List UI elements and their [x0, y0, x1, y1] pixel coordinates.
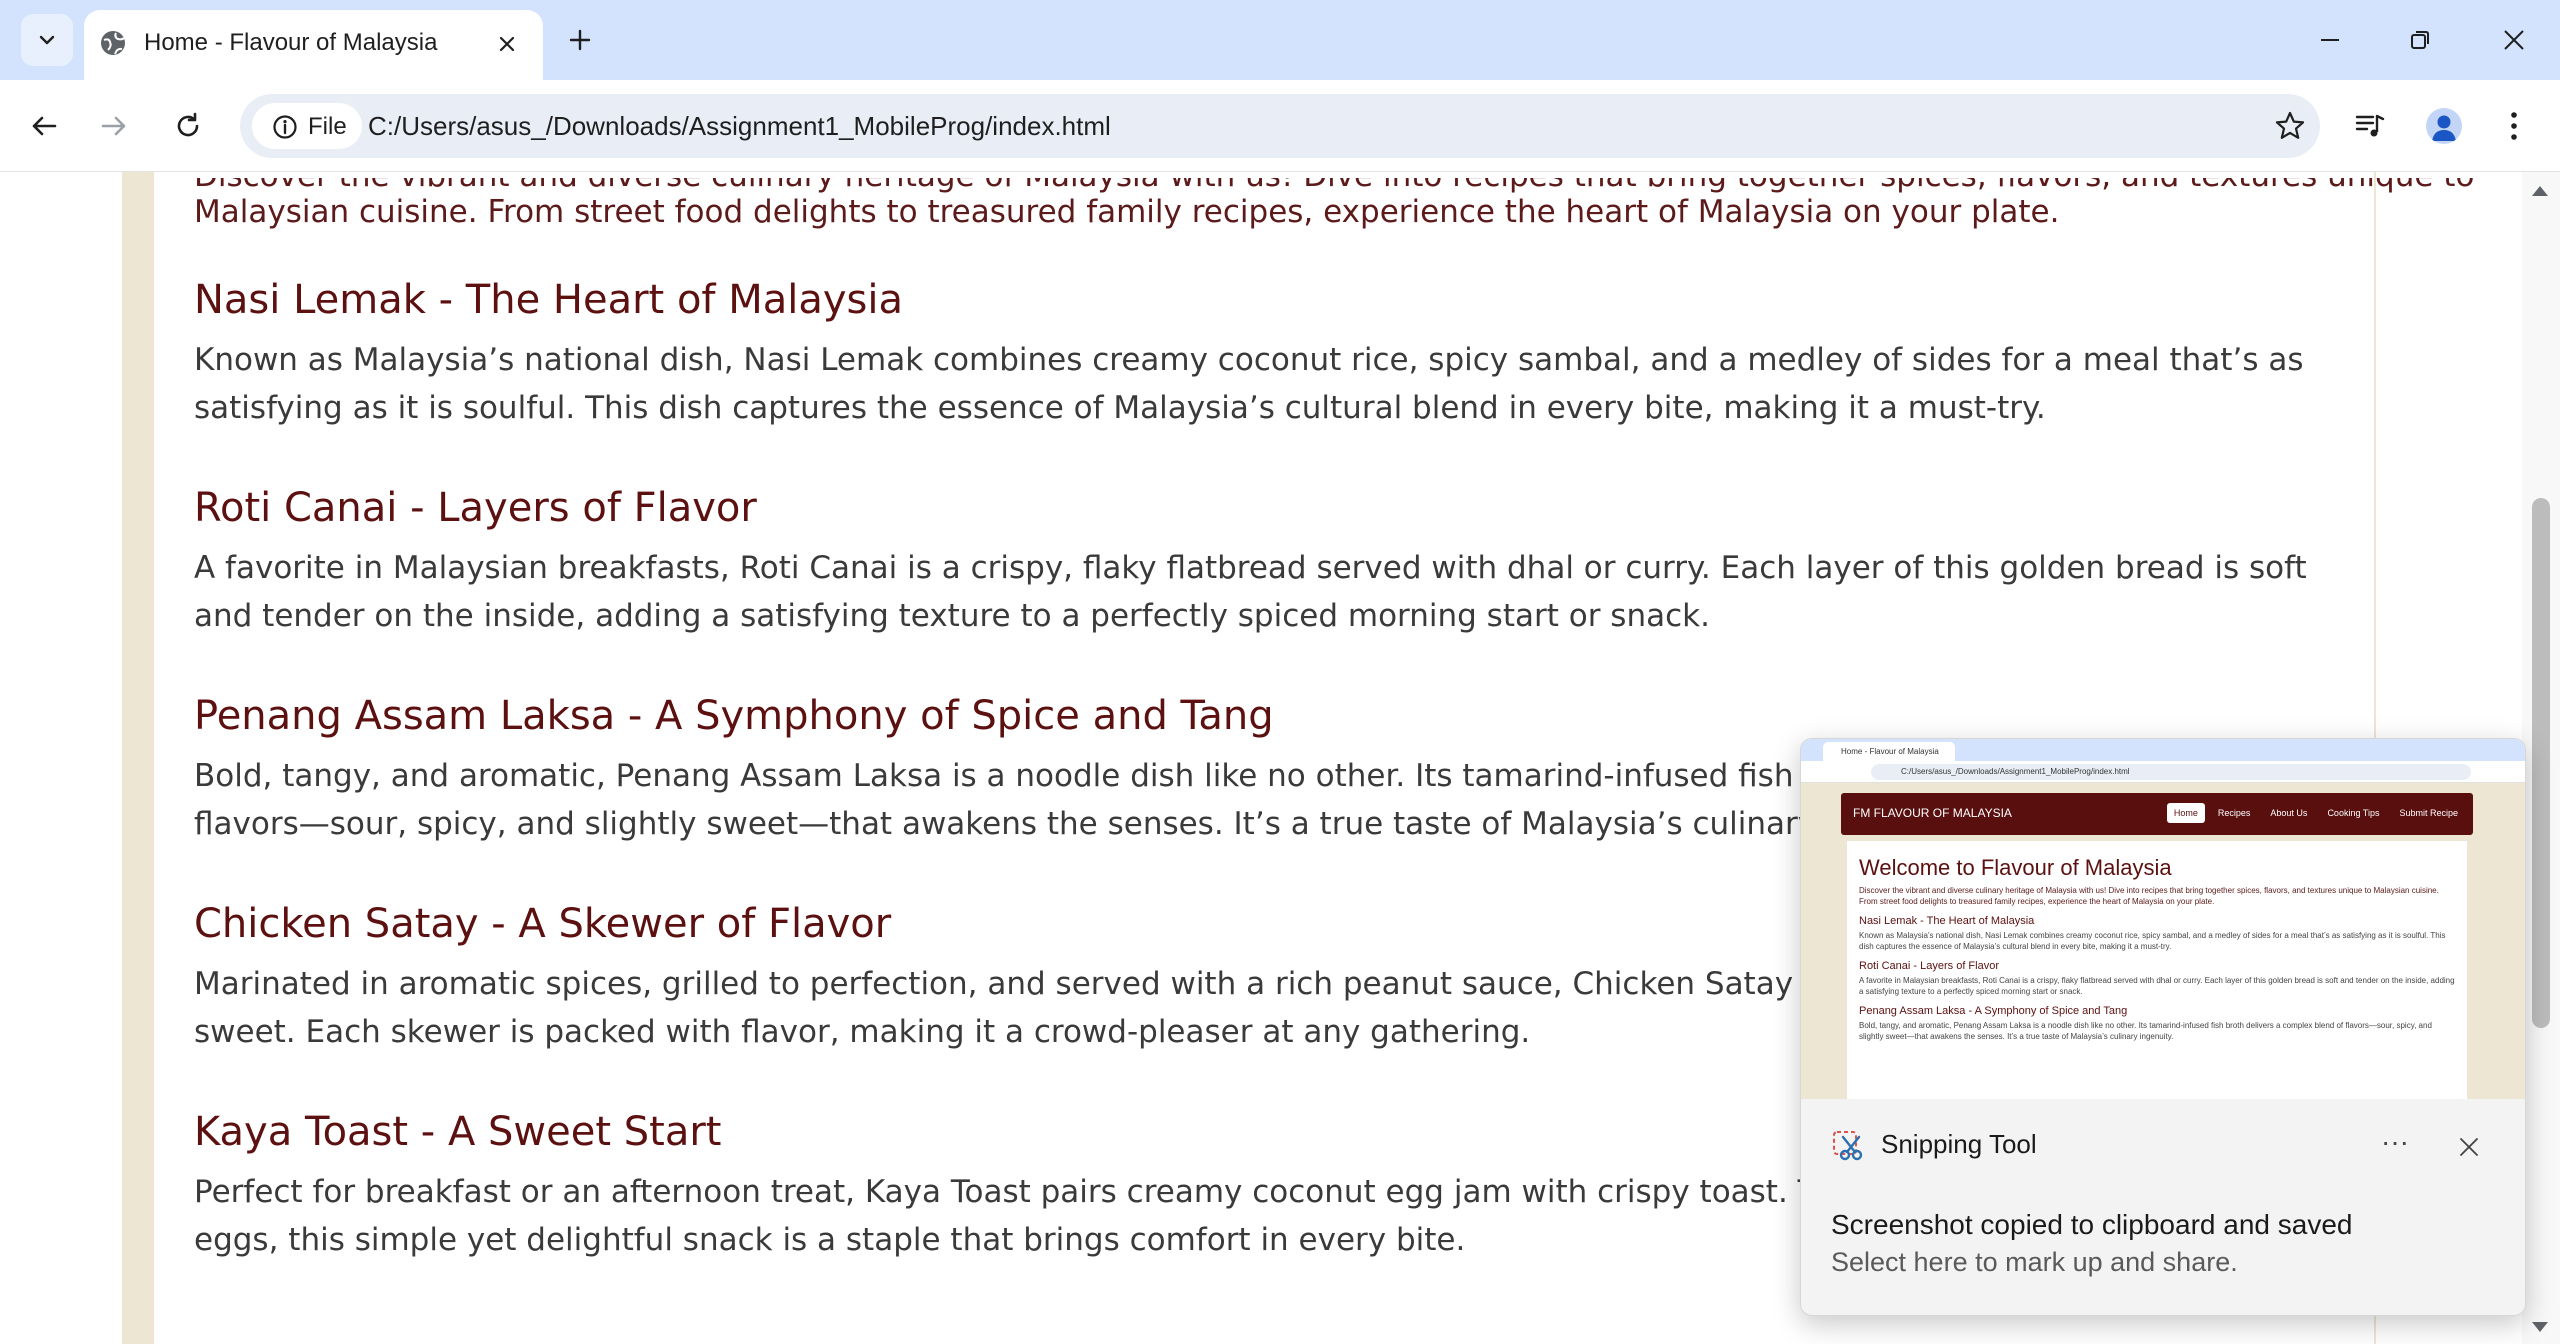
media-control-icon: [2355, 114, 2385, 137]
back-button[interactable]: [22, 104, 66, 148]
tab-strip: Home - Flavour of Malaysia: [0, 0, 2560, 80]
scissors-icon: [1833, 1131, 1863, 1161]
scroll-thumb[interactable]: [2532, 498, 2550, 1028]
close-window-button[interactable]: [2484, 12, 2544, 68]
notification-close-button[interactable]: [2447, 1125, 2491, 1169]
preview-nav-submit: Submit Recipe: [2399, 808, 2458, 818]
notification-more-button[interactable]: ···: [2373, 1125, 2417, 1165]
notification-body[interactable]: Snipping Tool ··· Screenshot copied to c…: [1801, 1099, 2525, 1315]
section-nasi-lemak: Nasi Lemak - The Heart of Malaysia Known…: [194, 274, 2374, 432]
reload-button[interactable]: [166, 104, 210, 148]
preview-url: C:/Users/asus_/Downloads/Assignment1_Mob…: [1871, 764, 2471, 780]
close-icon: [2460, 1138, 2478, 1156]
intro-line-cut: Discover the vibrant and diverse culinar…: [194, 172, 2475, 194]
site-chip-label: File: [308, 113, 347, 140]
minimize-icon: [2321, 39, 2339, 41]
active-tab[interactable]: Home - Flavour of Malaysia: [84, 10, 543, 80]
preview-nav-recipes: Recipes: [2217, 808, 2251, 818]
section-body: Known as Malaysia’s national dish, Nasi …: [194, 342, 2304, 426]
bookmark-button[interactable]: [2270, 106, 2310, 146]
browser-menu-button[interactable]: [2490, 102, 2538, 150]
preview-tab-title: Home - Flavour of Malaysia: [1823, 742, 1955, 761]
close-icon: [499, 36, 515, 52]
preview-content-card: Welcome to Flavour of Malaysia Discover …: [1847, 841, 2467, 1099]
forward-button[interactable]: [92, 104, 136, 148]
restore-icon: [2411, 31, 2429, 49]
browser-toolbar: File C:/Users/asus_/Downloads/Assignment…: [0, 80, 2560, 172]
preview-intro: Discover the vibrant and diverse culinar…: [1859, 886, 2439, 906]
preview-nav-about: About Us: [2270, 808, 2308, 818]
tab-title: Home - Flavour of Malaysia: [144, 29, 438, 56]
address-bar[interactable]: File C:/Users/asus_/Downloads/Assignment…: [240, 94, 2320, 158]
preview-section-title: Roti Canai - Layers of Flavor: [1859, 960, 1999, 972]
plus-icon: [569, 29, 591, 51]
preview-brand: FM FLAVOUR OF MALAYSIA: [1853, 806, 2012, 820]
snipping-tool-notification[interactable]: Home - Flavour of Malaysia C:/Users/asus…: [1800, 738, 2526, 1316]
preview-nav-tips: Cooking Tips: [2327, 808, 2380, 818]
arrow-right-icon: [101, 116, 126, 136]
scroll-up-arrow-icon[interactable]: [2532, 186, 2548, 196]
intro-paragraph: Discover the vibrant and diverse culinar…: [194, 178, 2474, 236]
page-scrollbar[interactable]: [2522, 172, 2560, 1344]
notification-title: Screenshot copied to clipboard and saved: [1831, 1209, 2353, 1240]
preview-nav-links: Home Recipes About Us Cooking Tips Submi…: [2166, 803, 2465, 823]
tab-close-button[interactable]: [489, 26, 525, 62]
notification-subtitle: Select here to mark up and share.: [1831, 1247, 2238, 1277]
preview-section-body: Known as Malaysia’s national dish, Nasi …: [1859, 931, 2446, 951]
section-title: Roti Canai - Layers of Flavor: [194, 485, 757, 531]
preview-navbar: FM FLAVOUR OF MALAYSIA Home Recipes Abou…: [1841, 793, 2473, 835]
section-roti-canai: Roti Canai - Layers of Flavor A favorite…: [194, 482, 2374, 640]
profile-button[interactable]: [2420, 102, 2468, 150]
url-text[interactable]: C:/Users/asus_/Downloads/Assignment1_Mob…: [368, 111, 1111, 142]
notification-app-name: Snipping Tool: [1881, 1129, 2037, 1159]
preview-section-title: Nasi Lemak - The Heart of Malaysia: [1859, 915, 2035, 927]
site-info-chip[interactable]: File: [252, 103, 362, 149]
reload-icon: [177, 112, 199, 137]
media-control-button[interactable]: [2346, 102, 2394, 150]
arrow-left-icon: [32, 116, 57, 136]
restore-button[interactable]: [2390, 12, 2450, 68]
section-title: Nasi Lemak - The Heart of Malaysia: [194, 277, 904, 323]
scroll-down-arrow-icon[interactable]: [2532, 1322, 2548, 1332]
kebab-menu-icon: [2511, 112, 2517, 140]
avatar: [2426, 108, 2462, 144]
tab-search-button[interactable]: [21, 14, 73, 66]
section-title: Penang Assam Laksa - A Symphony of Spice…: [194, 693, 1274, 739]
preview-heading: Welcome to Flavour of Malaysia: [1859, 855, 2172, 880]
star-icon: [2275, 111, 2305, 139]
preview-tab-strip: Home - Flavour of Malaysia: [1801, 739, 2525, 761]
preview-section-body: Bold, tangy, and aromatic, Penang Assam …: [1859, 1021, 2432, 1041]
preview-nav-home: Home: [2166, 803, 2205, 823]
preview-page: FM FLAVOUR OF MALAYSIA Home Recipes Abou…: [1801, 783, 2525, 1099]
preview-toolbar: C:/Users/asus_/Downloads/Assignment1_Mob…: [1801, 761, 2525, 783]
minimize-button[interactable]: [2300, 12, 2360, 68]
profile-icon: [2432, 115, 2456, 141]
preview-section-body: A favorite in Malaysian breakfasts, Roti…: [1859, 976, 2455, 996]
globe-icon: [101, 31, 125, 55]
screenshot-preview[interactable]: Home - Flavour of Malaysia C:/Users/asus…: [1801, 739, 2525, 1099]
new-tab-button[interactable]: [560, 20, 600, 60]
preview-section-title: Penang Assam Laksa - A Symphony of Spice…: [1859, 1005, 2128, 1017]
section-body: A favorite in Malaysian breakfasts, Roti…: [194, 550, 2307, 634]
close-icon: [2504, 30, 2524, 50]
chevron-down-icon: [39, 35, 55, 45]
info-icon: [273, 115, 297, 139]
